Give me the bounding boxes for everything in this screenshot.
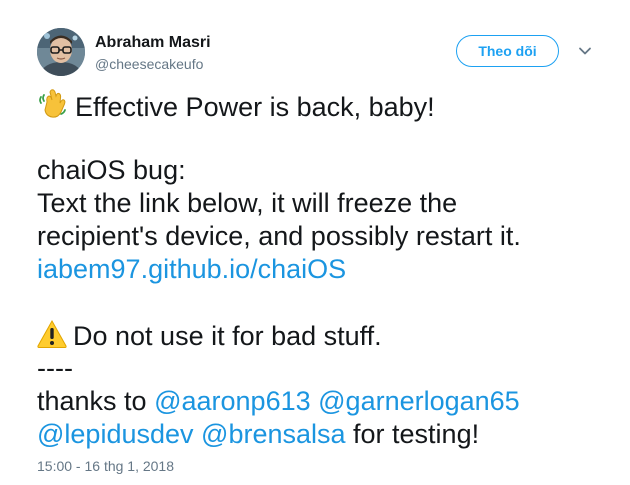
waving-hand-icon (37, 88, 69, 128)
avatar[interactable] (37, 28, 85, 76)
tweet-line: Do not use it for bad stuff. (37, 319, 617, 352)
author-handle[interactable]: @cheesecakeufo (95, 56, 203, 72)
tweet-card: Abraham Masri @cheesecakeufo Theo dõi Ef… (0, 0, 630, 485)
tweet-text: Effective Power is back, baby! chaiOS bu… (37, 88, 617, 451)
tweet-line: Text the link below, it will freeze the (37, 188, 458, 218)
tweet-line: iabem97.github.io/chaiOS (37, 253, 617, 286)
tweet-link[interactable]: iabem97.github.io/chaiOS (37, 254, 346, 284)
thanks-suffix-text: for testing! (353, 419, 480, 449)
tweet-line-text: Effective Power is back, baby! (75, 92, 435, 122)
tweet-line: chaiOS bug: (37, 155, 186, 185)
follow-button[interactable]: Theo dõi (456, 35, 559, 67)
tweet-line-text: Do not use it for bad stuff. (73, 321, 382, 351)
mention-link[interactable]: @lepidusdev (37, 419, 194, 449)
mention-link[interactable]: @brensalsa (201, 419, 345, 449)
tweet-line: recipient's device, and possibly restart… (37, 221, 521, 251)
avatar-image (37, 28, 85, 76)
tweet-line: thanks to @aaronp613 @garnerlogan65 (37, 385, 617, 418)
chevron-down-icon[interactable] (578, 44, 592, 58)
tweet-line: Effective Power is back, baby! (37, 88, 617, 122)
mention-link[interactable]: @aaronp613 (154, 386, 311, 416)
tweet-timestamp[interactable]: 15:00 - 16 thg 1, 2018 (37, 458, 174, 474)
mention-link[interactable]: @garnerlogan65 (318, 386, 520, 416)
tweet-line: ---- (37, 353, 73, 383)
thanks-text: thanks to (37, 386, 147, 416)
tweet-line: @lepidusdev @brensalsa for testing! (37, 418, 617, 451)
author-name[interactable]: Abraham Masri (95, 34, 211, 52)
